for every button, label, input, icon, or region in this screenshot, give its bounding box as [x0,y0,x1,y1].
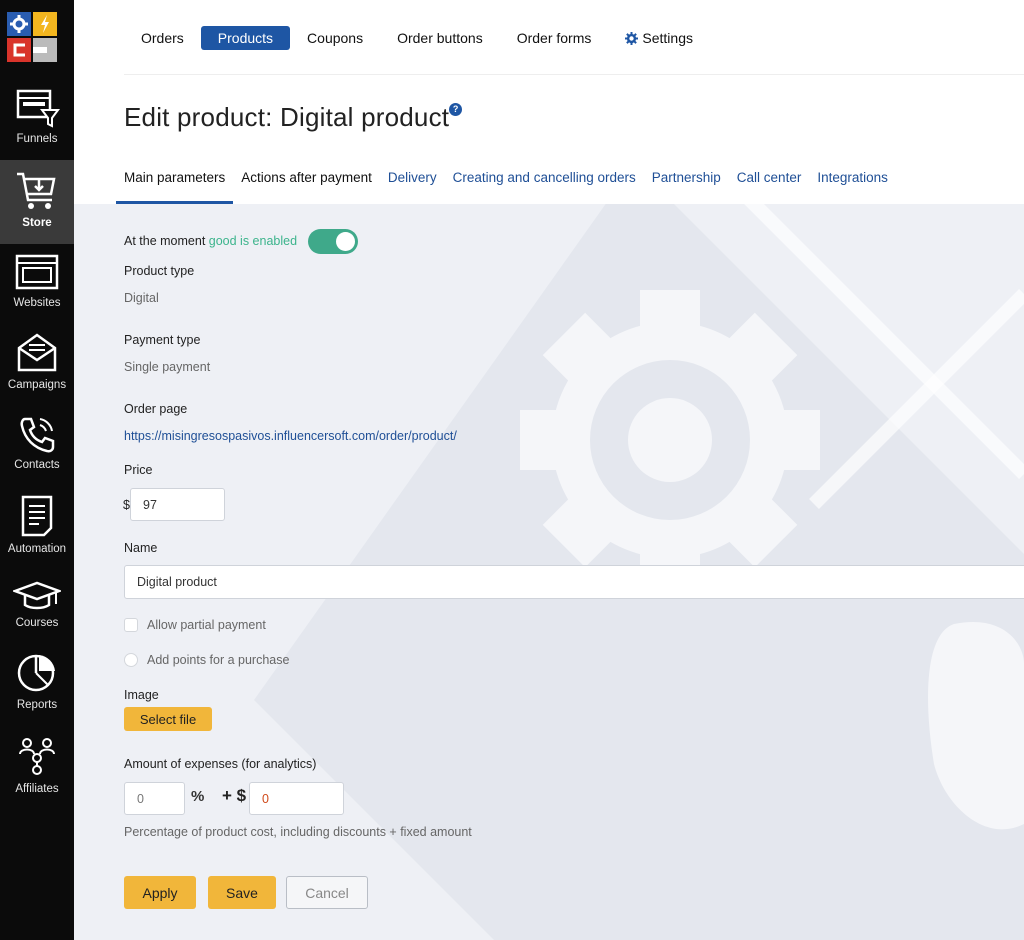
order-page-link[interactable]: https://misingresospasivos.influencersof… [124,429,457,443]
app-logo[interactable] [7,12,57,62]
sidebar-item-label: Affiliates [15,783,59,795]
sidebar-item-label: Store [22,217,52,229]
toggle-knob [336,232,355,251]
save-button[interactable]: Save [208,876,276,909]
top-menu-coupons[interactable]: Coupons [290,26,380,50]
sidebar-item-label: Courses [15,617,59,629]
logo-gear-tile [7,12,31,36]
sidebar-item-campaigns[interactable]: Campaigns [0,332,74,400]
product-status: At the moment good is enabled [124,234,297,248]
top-menu-orders[interactable]: Orders [124,26,201,50]
product-type-label: Product type [124,264,195,278]
sidebar: Funnels Store Websites Campaigns Contact… [0,0,74,940]
top-divider [124,74,1024,75]
expenses-fixed-input[interactable]: 0 [249,782,344,815]
order-page-label: Order page [124,402,188,416]
points-checkbox[interactable] [124,653,138,667]
sidebar-item-affiliates[interactable]: Affiliates [0,736,74,802]
status-prefix: At the moment [124,234,206,248]
image-label: Image [124,688,159,702]
phone-icon [20,417,55,453]
sidebar-item-courses[interactable]: Courses [0,580,74,636]
expenses-percent-input[interactable]: 0 [124,782,185,815]
cancel-button[interactable]: Cancel [286,876,368,909]
partial-payment-label: Allow partial payment [147,618,266,632]
sidebar-item-automation[interactable]: Automation [0,494,74,564]
browser-window-icon [15,254,59,290]
top-menu-order-forms[interactable]: Order forms [500,26,609,50]
select-file-button[interactable]: Select file [124,707,212,731]
gear-icon [625,32,639,45]
tab-main-parameters[interactable]: Main parameters [116,166,234,204]
document-icon [21,495,53,537]
help-icon[interactable]: ? [449,103,463,116]
sidebar-item-reports[interactable]: Reports [0,652,74,718]
sidebar-item-label: Automation [7,543,67,555]
apply-button[interactable]: Apply [124,876,196,909]
payment-type-label: Payment type [124,333,201,347]
sidebar-item-label: Funnels [16,133,58,145]
top-menu-order-buttons[interactable]: Order buttons [380,26,500,50]
logo-red-tile [7,38,31,62]
sidebar-item-label: Contacts [14,459,60,471]
top-menu-products[interactable]: Products [200,26,291,50]
name-label: Name [124,541,158,555]
top-menu-settings-label: Settings [642,30,693,46]
page-title-text: Edit product: Digital product [124,102,450,132]
sidebar-item-label: Websites [13,297,61,309]
product-tabs: Main parameters Actions after payment De… [116,166,896,204]
tab-creating-cancelling-orders[interactable]: Creating and cancelling orders [445,166,644,204]
price-input[interactable]: 97 [130,488,225,521]
network-icon [19,738,55,775]
sidebar-item-store[interactable]: Store [0,160,74,244]
cart-icon [17,172,56,209]
sidebar-item-funnels[interactable]: Funnels [0,88,74,158]
sidebar-item-websites[interactable]: Websites [0,252,74,318]
sidebar-item-label: Reports [16,699,58,711]
sidebar-item-contacts[interactable]: Contacts [0,414,74,480]
expenses-label: Amount of expenses (for analytics) [124,757,317,771]
price-label: Price [124,463,153,477]
tab-partnership[interactable]: Partnership [644,166,729,204]
percent-sign: % [191,788,205,805]
tab-integrations[interactable]: Integrations [809,166,896,204]
tab-call-center[interactable]: Call center [729,166,810,204]
pie-chart-icon [17,654,55,692]
page-title: Edit product: Digital product? [124,102,463,133]
tab-delivery[interactable]: Delivery [380,166,445,204]
enabled-toggle[interactable] [308,229,358,254]
currency-symbol: $ [123,498,130,512]
logo-grey-tile [33,38,57,62]
top-menu: Orders Products Coupons Order buttons Or… [124,26,710,50]
logo-bolt-tile [33,12,57,36]
payment-type-value: Single payment [124,360,211,374]
graduation-cap-icon [13,581,61,610]
tab-actions-after-payment[interactable]: Actions after payment [233,166,380,204]
expenses-hint: Percentage of product cost, including di… [124,825,472,839]
envelope-icon [17,333,57,372]
sidebar-item-label: Campaigns [7,379,67,391]
product-type-value: Digital [124,291,159,305]
plus-dollar-sign: + $ [222,786,247,805]
funnel-icon [16,89,60,128]
name-input[interactable]: Digital product [124,565,1024,599]
partial-payment-checkbox[interactable] [124,618,138,632]
top-menu-settings[interactable]: Settings [608,26,710,50]
points-label: Add points for a purchase [147,653,290,667]
status-value: good is enabled [208,234,298,248]
